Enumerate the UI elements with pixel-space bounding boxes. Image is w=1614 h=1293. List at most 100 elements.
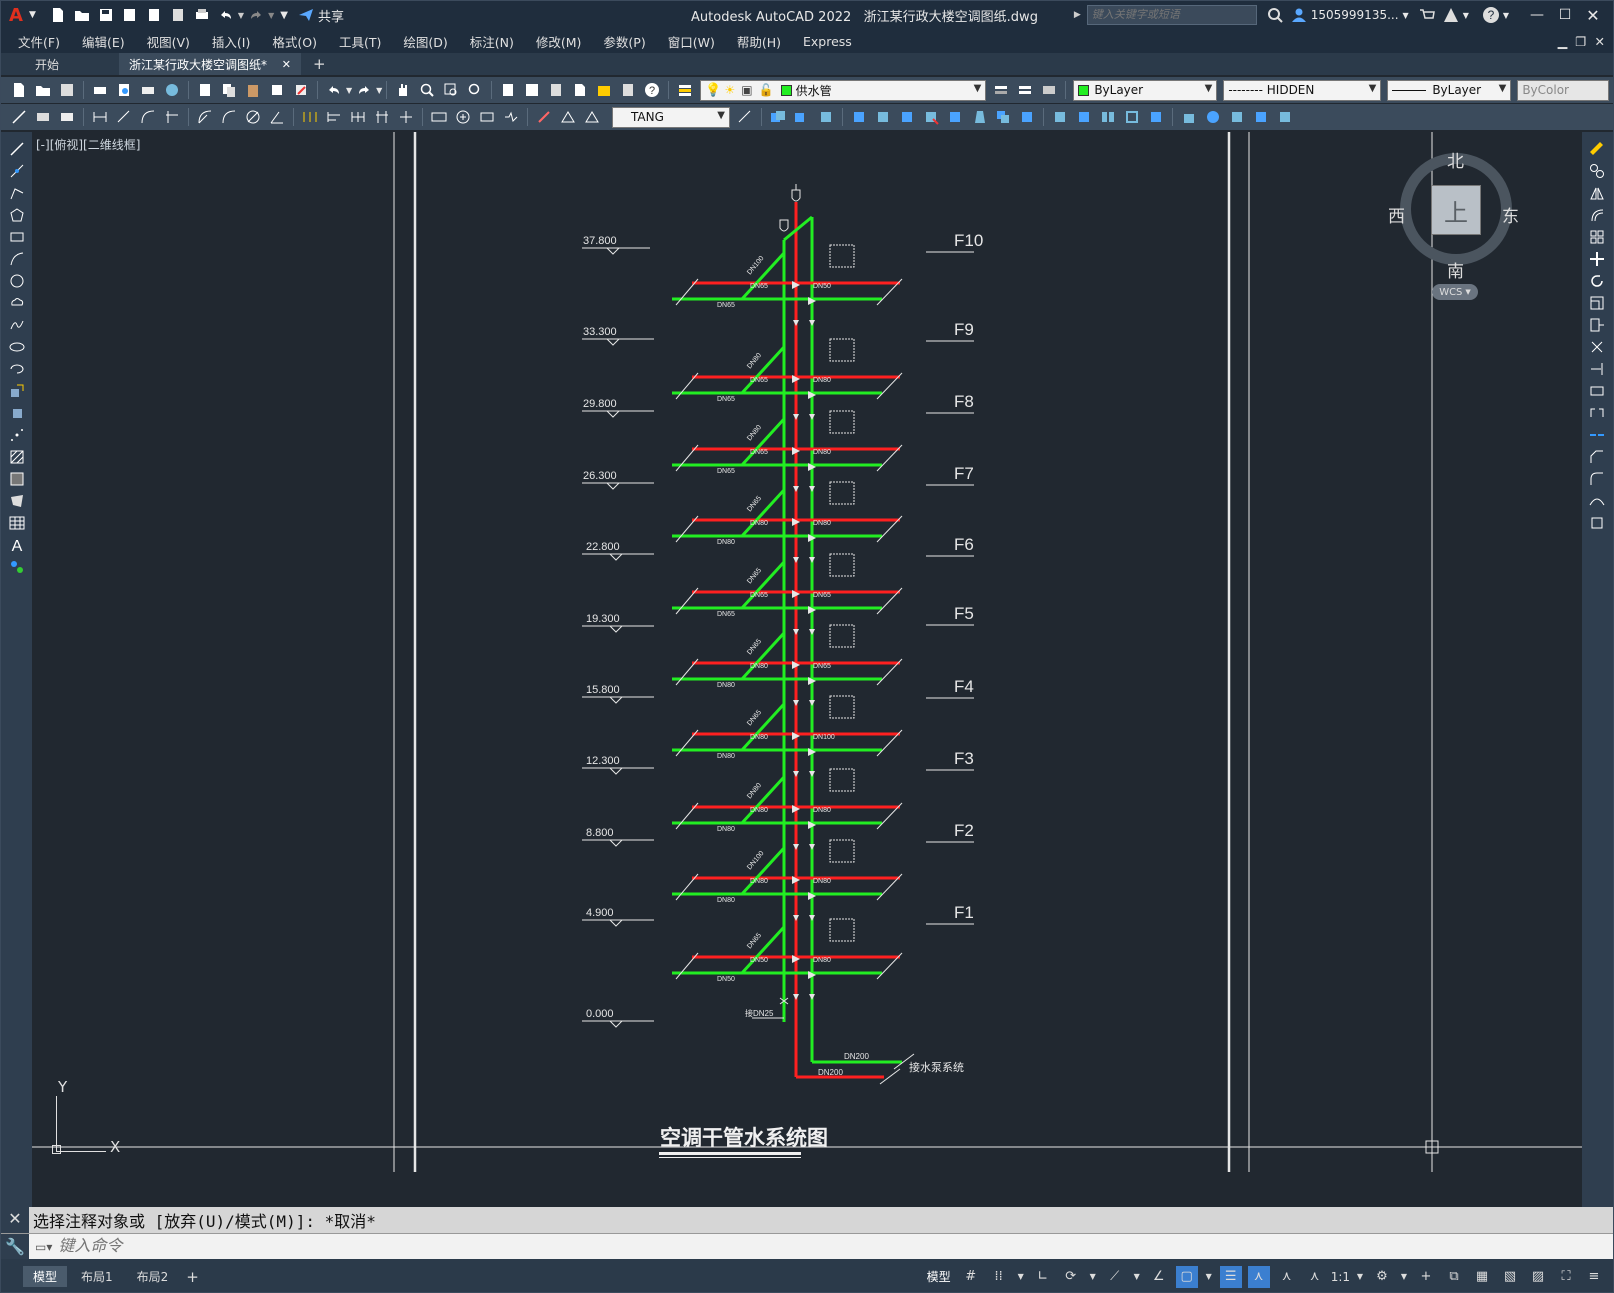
undo-icon[interactable] xyxy=(216,5,236,25)
toolbar-help-icon[interactable]: ? xyxy=(642,80,662,100)
layer-properties-icon[interactable] xyxy=(675,80,695,100)
add-layout-button[interactable]: + xyxy=(186,1268,199,1286)
design-center-icon[interactable] xyxy=(522,80,542,100)
circle-icon[interactable] xyxy=(6,271,28,291)
continue-dim-icon[interactable] xyxy=(348,107,368,127)
ordinate-dim-icon[interactable] xyxy=(162,107,182,127)
autocad-logo-icon[interactable]: A xyxy=(9,5,29,26)
graphics-icon[interactable]: ▨ xyxy=(1527,1266,1549,1288)
isolate-objects-icon[interactable]: ⧉ xyxy=(1443,1266,1465,1288)
gradient-icon[interactable] xyxy=(6,469,28,489)
dim-update-icon[interactable] xyxy=(582,107,602,127)
revolve-icon[interactable] xyxy=(1203,107,1223,127)
menu-insert[interactable]: 插入(I) xyxy=(201,32,261,51)
menu-format[interactable]: 格式(O) xyxy=(261,32,328,51)
new-tab-button[interactable]: + xyxy=(313,55,326,73)
share-button[interactable]: 共享 xyxy=(318,6,344,25)
zoom-window-icon[interactable] xyxy=(441,80,461,100)
tolerance-icon[interactable] xyxy=(429,107,449,127)
extend-icon[interactable] xyxy=(1586,359,1608,379)
fillet-icon[interactable] xyxy=(1586,469,1608,489)
imprint-icon[interactable] xyxy=(1050,107,1070,127)
jogged-linear-icon[interactable] xyxy=(501,107,521,127)
new-file-icon[interactable] xyxy=(48,5,68,25)
layer-lock-icon[interactable]: 🔓 xyxy=(759,83,774,97)
open-icon[interactable] xyxy=(33,80,53,100)
union-icon[interactable] xyxy=(768,107,788,127)
preview-icon[interactable] xyxy=(114,80,134,100)
viewcube-north[interactable]: 北 xyxy=(1447,147,1464,172)
object-snap-tracking-icon[interactable]: ∠ xyxy=(1148,1266,1170,1288)
plot-icon[interactable] xyxy=(192,5,212,25)
mtext-icon[interactable]: A xyxy=(6,535,28,555)
scale-dropdown-icon[interactable]: ▼ xyxy=(1355,1266,1365,1288)
extrude-faces-icon[interactable] xyxy=(849,107,869,127)
separate-icon[interactable] xyxy=(1098,107,1118,127)
isodraft-icon[interactable]: ⟋ xyxy=(1104,1266,1126,1288)
user-account-label[interactable]: 1505999135... xyxy=(1311,8,1399,22)
publish-icon[interactable] xyxy=(138,80,158,100)
help-icon[interactable]: ? xyxy=(1481,5,1501,25)
copy-object-icon[interactable] xyxy=(1586,161,1608,181)
stretch-icon[interactable] xyxy=(1586,315,1608,335)
angular-dim-icon[interactable] xyxy=(267,107,287,127)
object-snap-icon[interactable]: ▢ xyxy=(1175,1265,1198,1288)
subtract-icon[interactable] xyxy=(792,107,812,127)
viewcube-east[interactable]: 东 xyxy=(1502,202,1519,227)
offset-icon[interactable] xyxy=(1586,205,1608,225)
dimstyle-manager-icon[interactable] xyxy=(735,107,755,127)
cart-icon[interactable] xyxy=(1417,5,1437,25)
toolbar-undo-dropdown-icon[interactable]: ▼ xyxy=(346,86,352,95)
user-icon[interactable] xyxy=(1289,5,1309,25)
redo-dropdown-icon[interactable]: ▼ xyxy=(268,11,274,20)
layer-previous-icon[interactable] xyxy=(1015,80,1035,100)
save-web-icon[interactable] xyxy=(168,5,188,25)
interfere-icon[interactable] xyxy=(1275,107,1295,127)
polyline-icon[interactable] xyxy=(6,183,28,203)
menu-draw[interactable]: 绘图(D) xyxy=(392,32,458,51)
help-dropdown-icon[interactable]: ▼ xyxy=(1503,11,1509,20)
layer-dropdown[interactable]: 💡 ☀ ▣ 🔓 供水管 ▼ xyxy=(700,79,987,101)
table-icon[interactable] xyxy=(6,513,28,533)
menu-express[interactable]: Express xyxy=(792,34,863,49)
rotate-faces-icon[interactable] xyxy=(945,107,965,127)
clean-screen-icon[interactable]: ⛶ xyxy=(1555,1266,1577,1288)
print-icon[interactable] xyxy=(90,80,110,100)
hatch-icon[interactable] xyxy=(6,447,28,467)
command-close-icon[interactable]: ✕ xyxy=(1,1207,29,1233)
rectangle-icon[interactable] xyxy=(6,227,28,247)
break-at-point-icon[interactable] xyxy=(1586,381,1608,401)
dim-break-icon[interactable] xyxy=(396,107,416,127)
layer-on-icon[interactable]: 💡 xyxy=(705,83,721,98)
dimstyle-dropdown[interactable]: TANG ▼ xyxy=(612,106,730,128)
wcs-menu-button[interactable]: WCS ▼ xyxy=(1432,284,1478,300)
menu-window[interactable]: 窗口(W) xyxy=(657,32,726,51)
doc-close-icon[interactable]: ✕ xyxy=(1591,34,1613,49)
taper-faces-icon[interactable] xyxy=(969,107,989,127)
layer-viewport-icon[interactable]: ▣ xyxy=(741,83,752,97)
baseline-dim-icon[interactable] xyxy=(324,107,344,127)
color-faces-icon[interactable] xyxy=(1017,107,1037,127)
model-space-button[interactable]: 模型 xyxy=(927,1268,951,1285)
ellipse-icon[interactable] xyxy=(6,337,28,357)
offset-faces-icon[interactable] xyxy=(897,107,917,127)
copy-icon[interactable] xyxy=(219,80,239,100)
polar-tracking-icon[interactable]: ⟳ xyxy=(1060,1266,1082,1288)
command-input[interactable] xyxy=(58,1234,1613,1259)
scale-icon[interactable] xyxy=(1586,293,1608,313)
break-icon[interactable] xyxy=(1586,403,1608,423)
menu-modify[interactable]: 修改(M) xyxy=(525,32,593,51)
lineweight-display-icon[interactable]: ☰ xyxy=(1219,1265,1242,1288)
diameter-dim-icon[interactable] xyxy=(243,107,263,127)
arc-length-icon[interactable] xyxy=(138,107,158,127)
pan-icon[interactable] xyxy=(393,80,413,100)
menu-help[interactable]: 帮助(H) xyxy=(726,32,792,51)
workspace-dropdown-icon[interactable]: ▼ xyxy=(1399,1266,1409,1288)
tab-start[interactable]: 开始 xyxy=(1,53,119,75)
toolbar-redo-dropdown-icon[interactable]: ▼ xyxy=(376,86,382,95)
plotstyle-dropdown[interactable]: ByColor xyxy=(1517,79,1610,101)
app-menu-dropdown-icon[interactable]: ▼ xyxy=(29,10,36,20)
dimedit-icon[interactable] xyxy=(534,107,554,127)
autodesk-app-icon[interactable] xyxy=(1441,5,1461,25)
doc-minimize-icon[interactable]: ▁ xyxy=(1554,34,1572,49)
